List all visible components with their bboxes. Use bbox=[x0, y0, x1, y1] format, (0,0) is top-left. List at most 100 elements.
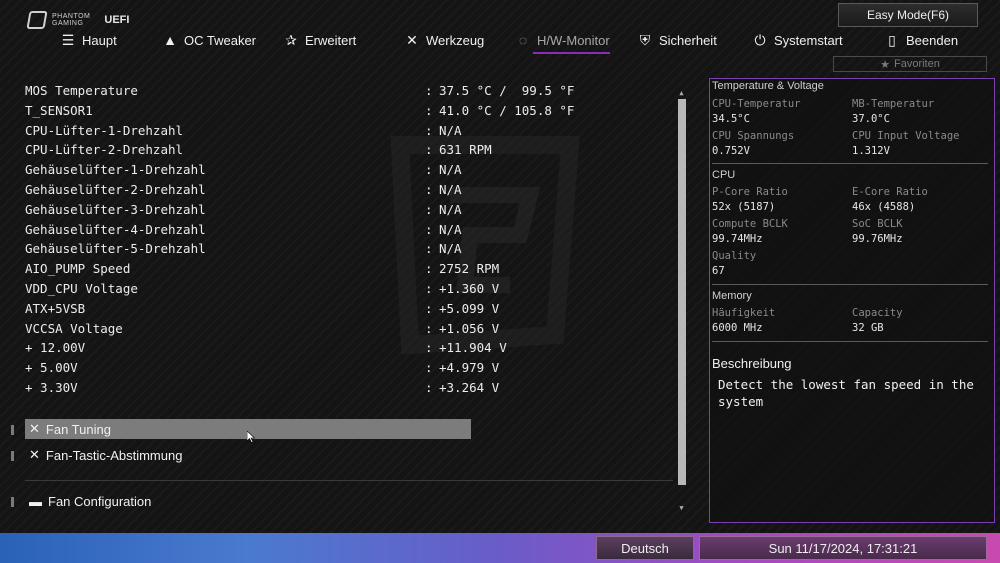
sensor-row: AIO_PUMP Speed:2752 RPM bbox=[25, 259, 665, 279]
sensor-value: +1.360 V bbox=[439, 280, 500, 296]
sensor-label: Gehäuselüfter-2-Drehzahl bbox=[25, 181, 206, 197]
sensor-label: AIO_PUMP Speed bbox=[25, 261, 131, 277]
monitor-icon: ◌ bbox=[518, 32, 528, 48]
sensor-label: + 3.30V bbox=[25, 379, 78, 395]
sensor-label: + 5.00V bbox=[25, 360, 78, 376]
main-nav: ☰ Haupt ▲ OC Tweaker ✰ Erweitert ✕ Werkz… bbox=[0, 28, 1000, 54]
menu-item-label: Fan Configuration bbox=[48, 493, 152, 509]
scrollbar-thumb[interactable] bbox=[678, 99, 686, 485]
sensor-value: N/A bbox=[439, 201, 462, 217]
panel-section-title: CPU bbox=[712, 169, 736, 181]
tab-label: H/W-Monitor bbox=[537, 32, 610, 48]
menu-item-label: Fan Tuning bbox=[45, 421, 111, 437]
easy-mode-button[interactable]: Easy Mode(F6) bbox=[838, 3, 978, 27]
sensor-label: Gehäuselüfter-1-Drehzahl bbox=[25, 162, 206, 178]
power-icon: ⏻ bbox=[754, 31, 766, 48]
mem-freq-value: 6000 MHz bbox=[712, 322, 763, 334]
info-panel: Temperature & Voltage CPU-Temperatur 34.… bbox=[709, 78, 995, 523]
sensor-separator: : bbox=[425, 320, 433, 336]
sensor-value: +11.904 V bbox=[439, 340, 507, 356]
ecore-value: 46x (4588) bbox=[852, 201, 916, 213]
quality-value: 67 bbox=[712, 265, 725, 277]
sensor-label: Gehäuselüfter-5-Drehzahl bbox=[25, 241, 206, 257]
soc-bclk-label: SoC BCLK bbox=[852, 218, 903, 230]
tab-beenden[interactable]: ▯ Beenden bbox=[884, 28, 958, 52]
sensor-label: CPU-Lüfter-2-Drehzahl bbox=[25, 142, 184, 158]
favorites-button[interactable]: ★ Favoriten bbox=[833, 56, 987, 72]
sensor-separator: : bbox=[425, 162, 433, 178]
sensor-row: VDD_CPU Voltage: +1.360 V bbox=[25, 279, 665, 299]
mem-capacity-value: 32 GB bbox=[852, 322, 884, 334]
fan-tastic-item[interactable]: ✕ Fan-Tastic-Abstimmung bbox=[25, 445, 182, 465]
sensor-separator: : bbox=[425, 300, 433, 316]
sensor-separator: : bbox=[425, 201, 433, 217]
sensor-separator: : bbox=[425, 102, 433, 118]
language-button[interactable]: Deutsch bbox=[596, 536, 694, 560]
cpu-volt-label: CPU Spannungs bbox=[712, 130, 795, 142]
scroll-up-arrow-icon[interactable]: ▲ bbox=[677, 90, 686, 97]
menu-marker bbox=[11, 425, 14, 435]
sensor-row: ATX+5VSB: +5.099 V bbox=[25, 299, 665, 319]
uefi-label: UEFI bbox=[104, 14, 130, 26]
sensor-value: +5.099 V bbox=[439, 300, 500, 316]
cpu-input-value: 1.312V bbox=[852, 145, 890, 157]
shield-icon: ⛨ bbox=[639, 31, 651, 48]
sensor-value: +1.056 V bbox=[439, 320, 500, 336]
scroll-down-arrow-icon[interactable]: ▼ bbox=[677, 505, 686, 512]
sensor-separator: : bbox=[425, 122, 433, 138]
sensor-separator: : bbox=[425, 142, 433, 158]
sensor-label: VDD_CPU Voltage bbox=[25, 280, 138, 296]
star-icon: ✰ bbox=[285, 31, 297, 48]
tools-icon: ✕ bbox=[406, 31, 418, 48]
sensor-row: Gehäuselüfter-4-Drehzahl: N/A bbox=[25, 220, 665, 240]
logo-line1: PHANTOM bbox=[52, 13, 91, 20]
phantom-logo-icon bbox=[26, 11, 48, 29]
cpu-volt-value: 0.752V bbox=[712, 145, 750, 157]
tab-sicherheit[interactable]: ⛨ Sicherheit bbox=[637, 28, 717, 52]
star-icon: ★ bbox=[880, 58, 890, 71]
menu-marker bbox=[11, 451, 14, 461]
logo-line2: GAMING bbox=[52, 20, 84, 27]
quality-label: Quality bbox=[712, 250, 757, 262]
sensor-row: MOS Temperature:37.5 °C / 99.5 °F bbox=[25, 81, 665, 101]
tab-label: OC Tweaker bbox=[184, 32, 257, 48]
panel-divider bbox=[712, 163, 988, 164]
panel-section-title: Temperature & Voltage bbox=[712, 80, 824, 92]
sensor-separator: : bbox=[425, 280, 433, 296]
fan-configuration-item[interactable]: ▬ Fan Configuration bbox=[25, 491, 151, 511]
tab-erweitert[interactable]: ✰ Erweitert bbox=[283, 28, 356, 52]
sensor-label: CPU-Lüfter-1-Drehzahl bbox=[25, 122, 184, 138]
sensor-row: Gehäuselüfter-5-Drehzahl: N/A bbox=[25, 239, 665, 259]
sensor-separator: : bbox=[425, 261, 433, 277]
cpu-input-label: CPU Input Voltage bbox=[852, 130, 960, 142]
favorites-label: Favoriten bbox=[894, 58, 940, 70]
tab-hw-monitor[interactable]: ◌ H/W-Monitor bbox=[515, 28, 610, 54]
brand-logo: PHANTOM GAMING UEFI bbox=[26, 10, 130, 30]
mb-temp-label: MB-Temperatur bbox=[852, 98, 935, 110]
tab-oc-tweaker[interactable]: ▲ OC Tweaker bbox=[162, 28, 256, 52]
folder-icon: ▬ bbox=[29, 493, 42, 509]
compute-bclk-value: 99.74MHz bbox=[712, 233, 763, 245]
sensor-row: Gehäuselüfter-1-Drehzahl: N/A bbox=[25, 160, 665, 180]
sensor-separator: : bbox=[425, 221, 433, 237]
exit-icon: ▯ bbox=[888, 31, 896, 48]
sensor-label: + 12.00V bbox=[25, 340, 86, 356]
active-tab-indicator bbox=[533, 52, 610, 54]
tab-label: Werkzeug bbox=[426, 32, 485, 48]
mouse-cursor-icon bbox=[247, 431, 255, 443]
sensor-separator: : bbox=[425, 83, 433, 98]
menu-marker bbox=[11, 497, 14, 507]
compute-bclk-label: Compute BCLK bbox=[712, 218, 788, 230]
tab-werkzeug[interactable]: ✕ Werkzeug bbox=[404, 28, 484, 52]
sensor-row: CPU-Lüfter-1-Drehzahl: N/A bbox=[25, 121, 665, 141]
sensor-label: ATX+5VSB bbox=[25, 300, 86, 316]
tab-label: Beenden bbox=[906, 32, 959, 48]
panel-divider bbox=[712, 284, 988, 285]
divider bbox=[25, 480, 673, 481]
sensor-value: N/A bbox=[439, 181, 462, 197]
tab-systemstart[interactable]: ⏻ Systemstart bbox=[752, 28, 842, 52]
sensor-separator: : bbox=[425, 241, 433, 257]
tools-icon: ✕ bbox=[29, 421, 40, 436]
sensor-separator: : bbox=[425, 379, 433, 395]
tab-haupt[interactable]: ☰ Haupt bbox=[60, 28, 117, 52]
